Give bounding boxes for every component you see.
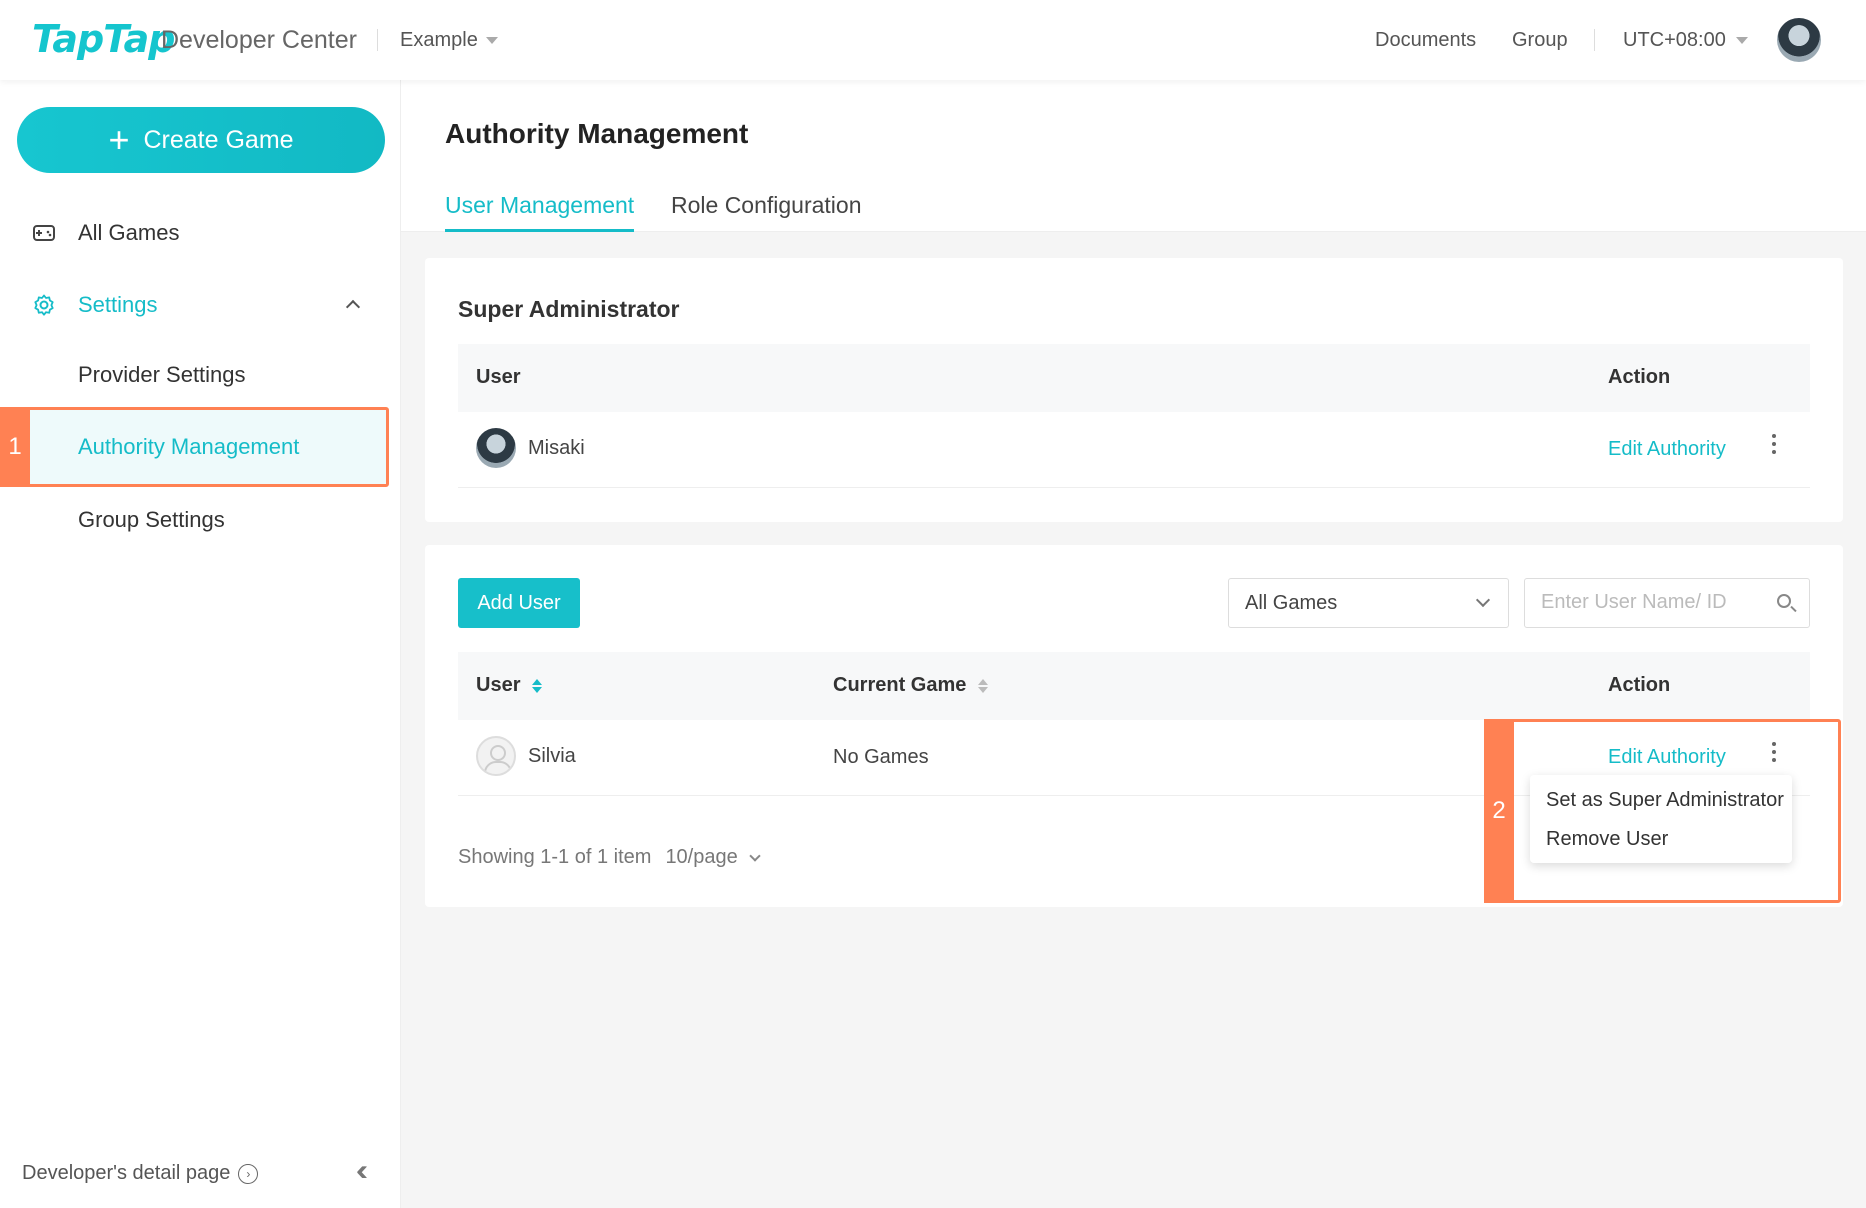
default-avatar-icon <box>476 736 516 776</box>
developer-center-label: Developer Center <box>161 26 357 54</box>
column-header-user: User <box>476 366 521 388</box>
sidebar-item-label: All Games <box>78 220 180 245</box>
developer-detail-label: Developer's detail page <box>22 1162 231 1184</box>
tab-user-management[interactable]: User Management <box>445 192 635 232</box>
sort-icon <box>978 678 989 693</box>
column-header-current-game[interactable]: Current Game <box>833 674 989 697</box>
more-actions-menu: Set as Super Administrator Remove User <box>1530 775 1792 863</box>
main-header: Authority Management User Management Rol… <box>401 80 1866 232</box>
pagination-summary: Showing 1-1 of 1 item <box>458 846 652 868</box>
gear-icon <box>34 294 54 316</box>
table-header: User Action <box>458 344 1810 412</box>
user-cell: Silvia <box>476 736 576 776</box>
caret-down-icon <box>1735 37 1748 44</box>
sidebar-item-label: Authority Management <box>78 434 300 459</box>
column-header-label: Current Game <box>833 674 967 696</box>
step-badge-2: 2 <box>1484 719 1514 903</box>
menu-item-set-super-admin[interactable]: Set as Super Administrator <box>1546 789 1784 812</box>
arrow-right-circle-icon: › <box>238 1163 259 1184</box>
edit-authority-link[interactable]: Edit Authority <box>1608 438 1726 461</box>
sidebar-item-authority-management[interactable]: Authority Management <box>0 422 401 472</box>
user-name: Silvia <box>528 744 576 767</box>
taptap-logo[interactable]: TapTap <box>32 17 176 61</box>
current-game-value: No Games <box>833 746 929 768</box>
page-title: Authority Management <box>445 118 749 149</box>
sidebar: + Create Game All Games Settings Provide… <box>0 80 401 1208</box>
table-row: Misaki Edit Authority <box>458 412 1810 488</box>
documents-link[interactable]: Documents <box>1375 29 1476 52</box>
caret-down-icon <box>485 37 498 44</box>
sidebar-item-label: Group Settings <box>78 507 225 532</box>
card-title: Super Administrator <box>458 296 680 322</box>
more-vertical-icon[interactable] <box>1771 434 1777 454</box>
menu-item-remove-user[interactable]: Remove User <box>1546 828 1668 851</box>
search-input[interactable] <box>1541 591 1761 614</box>
avatar <box>476 428 516 468</box>
divider <box>1594 29 1595 51</box>
user-avatar[interactable] <box>1777 18 1821 62</box>
collapse-sidebar-icon[interactable]: ‹‹ <box>356 1154 368 1188</box>
search-box <box>1524 578 1810 628</box>
developer-detail-link[interactable]: Developer's detail page › <box>22 1162 259 1185</box>
create-game-label: Create Game <box>143 125 294 154</box>
user-cell: Misaki <box>476 428 585 468</box>
user-name: Misaki <box>528 436 585 459</box>
sort-icon <box>532 678 543 693</box>
super-admin-card: Super Administrator User Action Misaki E… <box>425 258 1843 522</box>
column-header-user[interactable]: User <box>476 674 543 697</box>
search-icon[interactable] <box>1777 594 1791 608</box>
game-filter-value: All Games <box>1245 591 1338 614</box>
sidebar-item-label: Provider Settings <box>78 362 246 387</box>
chevron-down-icon <box>1475 592 1491 608</box>
column-header-action: Action <box>1608 366 1671 388</box>
timezone-selector[interactable]: UTC+08:00 <box>1623 29 1748 52</box>
chevron-up-icon <box>345 299 361 315</box>
project-selector[interactable]: Example <box>400 29 498 52</box>
group-link[interactable]: Group <box>1512 29 1568 52</box>
timezone-value: UTC+08:00 <box>1623 29 1726 51</box>
column-header-label: User <box>476 674 521 696</box>
top-bar: TapTap Developer Center Example Document… <box>0 0 1866 80</box>
add-user-button[interactable]: Add User <box>458 578 580 628</box>
column-header-action: Action <box>1608 674 1671 696</box>
gamepad-icon <box>33 225 55 241</box>
project-name: Example <box>400 29 478 51</box>
sidebar-item-provider-settings[interactable]: Provider Settings <box>0 350 401 400</box>
sidebar-item-settings[interactable]: Settings <box>0 280 401 330</box>
plus-icon: + <box>108 119 130 160</box>
tab-role-configuration[interactable]: Role Configuration <box>671 192 862 229</box>
sidebar-item-all-games[interactable]: All Games <box>0 208 401 258</box>
chevron-down-icon <box>749 850 761 862</box>
game-filter-select[interactable]: All Games <box>1228 578 1509 628</box>
page-size-value: 10/page <box>665 846 738 868</box>
create-game-button[interactable]: + Create Game <box>17 107 385 173</box>
pagination: Showing 1-1 of 1 item 10/page <box>458 846 761 869</box>
sidebar-item-label: Settings <box>78 292 158 317</box>
table-header: User Current Game Action <box>458 652 1810 720</box>
sidebar-item-group-settings[interactable]: Group Settings <box>0 495 401 545</box>
divider <box>377 29 378 51</box>
page-size-selector[interactable]: 10/page <box>665 846 761 869</box>
